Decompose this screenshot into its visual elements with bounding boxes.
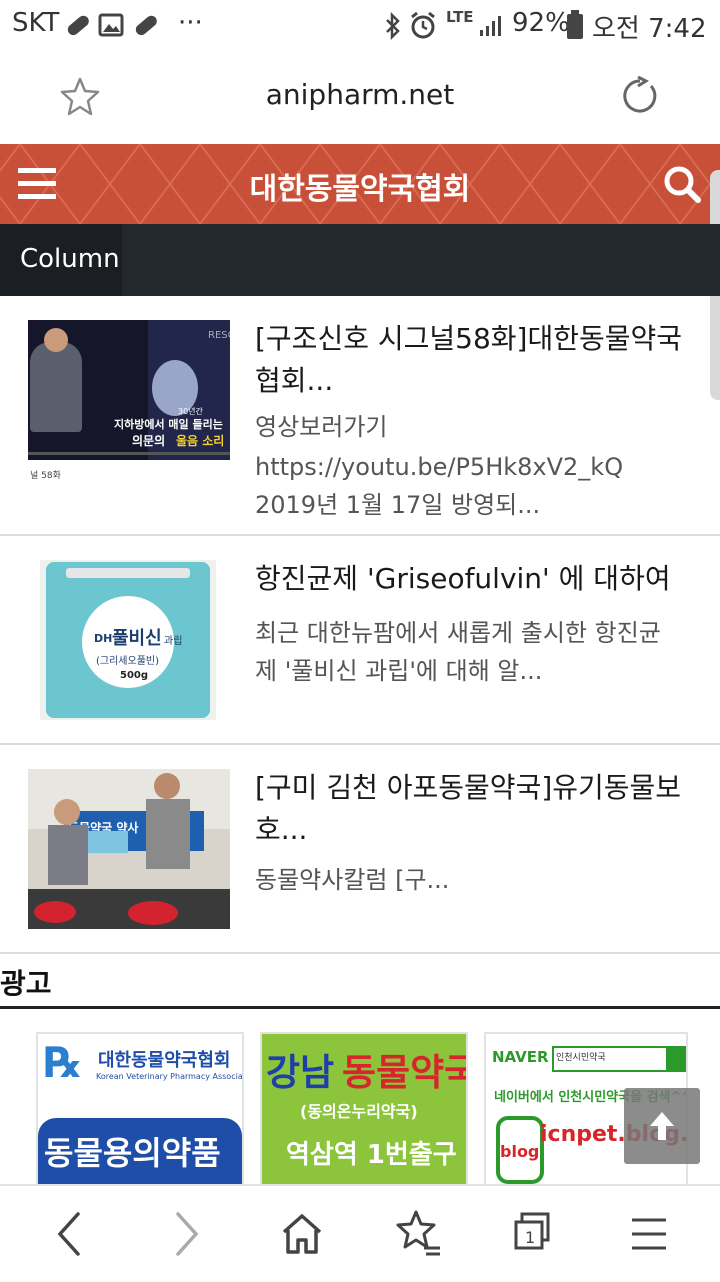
product-brand: DH xyxy=(94,632,113,645)
tab-column-label: Column xyxy=(20,244,120,274)
product-weight: 500g xyxy=(120,670,149,681)
ad-subtitle: Korean Veterinary Pharmacy Association xyxy=(96,1072,244,1081)
ad-search-text: 인천시민약국 xyxy=(556,1053,606,1063)
article-excerpt-line: 최근 대한뉴팜에서 새롭게 출시한 항진균 xyxy=(255,619,661,647)
site-title[interactable]: 대한동물약국협회 xyxy=(0,164,720,208)
back-icon[interactable] xyxy=(40,1206,100,1262)
browser-toolbar: anipharm.net xyxy=(0,52,720,144)
product-kind: 과립 xyxy=(164,636,183,647)
ad-blog-label: blog xyxy=(500,1142,540,1161)
pill-icon-2 xyxy=(135,15,157,36)
pill-icon xyxy=(67,15,89,36)
ads-heading: 광고 xyxy=(0,967,52,1000)
ads-divider xyxy=(0,1006,720,1009)
list-item[interactable]: DH 풀비신 과립 (그리세오풀빈) 500g 항진균제 'Griseofulv… xyxy=(0,536,720,745)
more-notifications: ··· xyxy=(178,8,203,38)
bluetooth-icon xyxy=(386,12,400,40)
url-field[interactable]: anipharm.net xyxy=(0,78,720,111)
product-sub: (그리세오풀빈) xyxy=(96,656,160,667)
site-header: 대한동물약국협회 xyxy=(0,144,720,224)
menu-icon[interactable] xyxy=(620,1206,680,1262)
thumb-footer: 널 58화 xyxy=(30,471,61,481)
arrow-up-icon xyxy=(650,1112,674,1140)
carrier-label: SKT xyxy=(12,8,60,38)
bookmarks-icon[interactable] xyxy=(388,1206,448,1262)
ad-subtitle: (동의온누리약국) xyxy=(300,1102,418,1121)
reload-icon[interactable] xyxy=(620,76,660,116)
article-excerpt-line: 2019년 1월 17일 방영되... xyxy=(255,491,541,519)
svg-text:1: 1 xyxy=(525,1228,535,1247)
gallery-icon xyxy=(98,13,124,37)
list-item[interactable]: RESC 30년간 지하방에서 매일 들리는 의문의 울음 소리 널 58화 [… xyxy=(0,296,720,536)
category-bar: Column xyxy=(0,224,720,296)
article-thumbnail[interactable]: RESC 30년간 지하방에서 매일 들리는 의문의 울음 소리 xyxy=(28,320,230,460)
article-excerpt-line: https://youtu.be/P5Hk8xV2_kQ xyxy=(255,453,624,481)
alarm-icon xyxy=(411,11,435,39)
article-title[interactable]: [구조신호 시그널58화]대한동물약국협회... xyxy=(255,318,700,402)
ad-title-b: 동물약국 xyxy=(342,1051,468,1094)
article-title[interactable]: 항진균제 'Griseofulvin' 에 대하여 xyxy=(255,558,700,600)
battery-percent: 92% xyxy=(512,8,570,38)
home-icon[interactable] xyxy=(272,1206,332,1262)
forward-icon[interactable] xyxy=(156,1206,216,1262)
list-item[interactable]: 동물약국 약사 [구미 김천 아포동물약국]유기동물보호... 동물약사칼럼 [… xyxy=(0,745,720,954)
pharmacy-rx-icon: ℞ xyxy=(44,1038,82,1087)
ad-banner-association[interactable]: ℞ 대한동물약국협회 Korean Veterinary Pharmacy As… xyxy=(36,1032,244,1186)
search-icon[interactable] xyxy=(662,164,702,204)
lte-label: LTE xyxy=(446,8,474,26)
signal-icon xyxy=(480,16,501,36)
tab-column[interactable]: Column xyxy=(0,224,122,296)
article-thumbnail[interactable]: 동물약국 약사 xyxy=(28,769,230,929)
article-excerpt-line: 영상보러가기 xyxy=(255,413,388,441)
ad-body: 역삼역 1번출구 xyxy=(286,1140,457,1170)
product-name: 풀비신 xyxy=(112,628,162,649)
article-thumbnail[interactable]: DH 풀비신 과립 (그리세오풀빈) 500g xyxy=(40,560,216,720)
ad-brand: NAVER xyxy=(492,1048,549,1066)
article-excerpt-line: 동물약사칼럼 [구... xyxy=(255,866,450,894)
ad-title-a: 강남 xyxy=(266,1051,335,1094)
article-title[interactable]: [구미 김천 아포동물약국]유기동물보호... xyxy=(255,767,700,851)
tabs-icon[interactable]: 1 xyxy=(504,1206,564,1262)
thumb-caption-2a: 의문의 xyxy=(132,434,166,448)
status-bar: SKT ··· LTE 92% 오전 7:42 xyxy=(0,0,720,52)
browser-bottom-nav: 1 xyxy=(0,1184,720,1282)
scroll-to-top-button[interactable] xyxy=(624,1088,700,1164)
ad-body: 동물용의약품 xyxy=(44,1134,221,1172)
article-excerpt-line: 제 '풀비신 과립'에 대해 알... xyxy=(255,657,543,685)
thumb-caption-2b: 울음 소리 xyxy=(176,434,225,448)
clock: 오전 7:42 xyxy=(592,14,707,44)
ad-title: 대한동물약국협회 xyxy=(98,1050,231,1071)
ad-banner-gangnam[interactable]: 강남 동물약국 (동의온누리약국) 역삼역 1번출구 xyxy=(260,1032,468,1186)
thumb-caption-1: 지하방에서 매일 들리는 xyxy=(114,418,223,431)
battery-icon xyxy=(567,10,583,39)
